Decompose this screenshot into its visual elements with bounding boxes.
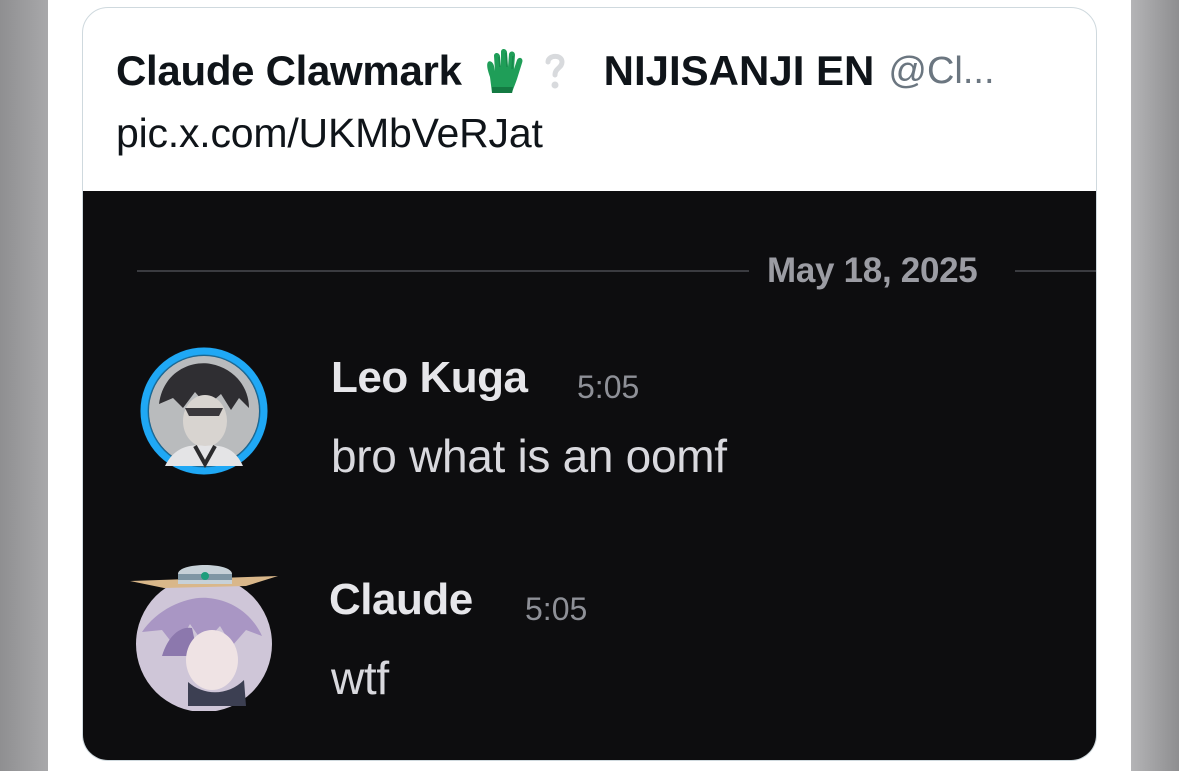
message-timestamp: 5:05 <box>525 591 588 627</box>
backdrop-left <box>0 0 48 771</box>
author-handle[interactable]: @Cl... <box>888 50 994 93</box>
quoted-post-card[interactable]: Claude Clawmark NIJISANJI EN @Cl... pic.… <box>82 7 1097 761</box>
verified-badge-icon <box>540 50 570 92</box>
message-text: wtf <box>331 652 389 704</box>
quoted-post-text[interactable]: pic.x.com/UKMbVeRJat <box>116 110 543 157</box>
message-timestamp: 5:05 <box>577 369 640 405</box>
message-author-name[interactable]: Claude <box>329 575 473 625</box>
quoted-post-image[interactable]: May 18, 2025 Leo Kuga 5:05 bro what is a… <box>83 191 1096 760</box>
claude-avatar <box>128 556 283 712</box>
date-divider: May 18, 2025 <box>767 251 978 290</box>
backdrop-right <box>1131 0 1179 771</box>
message-text: bro what is an oomf <box>331 430 727 482</box>
date-divider-line-right <box>1015 270 1096 272</box>
quoted-post-author-line: Claude Clawmark NIJISANJI EN @Cl... <box>116 46 1066 96</box>
date-divider-line-left <box>137 270 749 272</box>
author-affiliation: NIJISANJI EN <box>603 47 875 94</box>
leo-kuga-avatar <box>135 346 273 476</box>
author-display-name[interactable]: Claude Clawmark <box>116 47 462 95</box>
message-author-name[interactable]: Leo Kuga <box>331 353 528 403</box>
green-glove-emoji-icon <box>482 47 526 95</box>
